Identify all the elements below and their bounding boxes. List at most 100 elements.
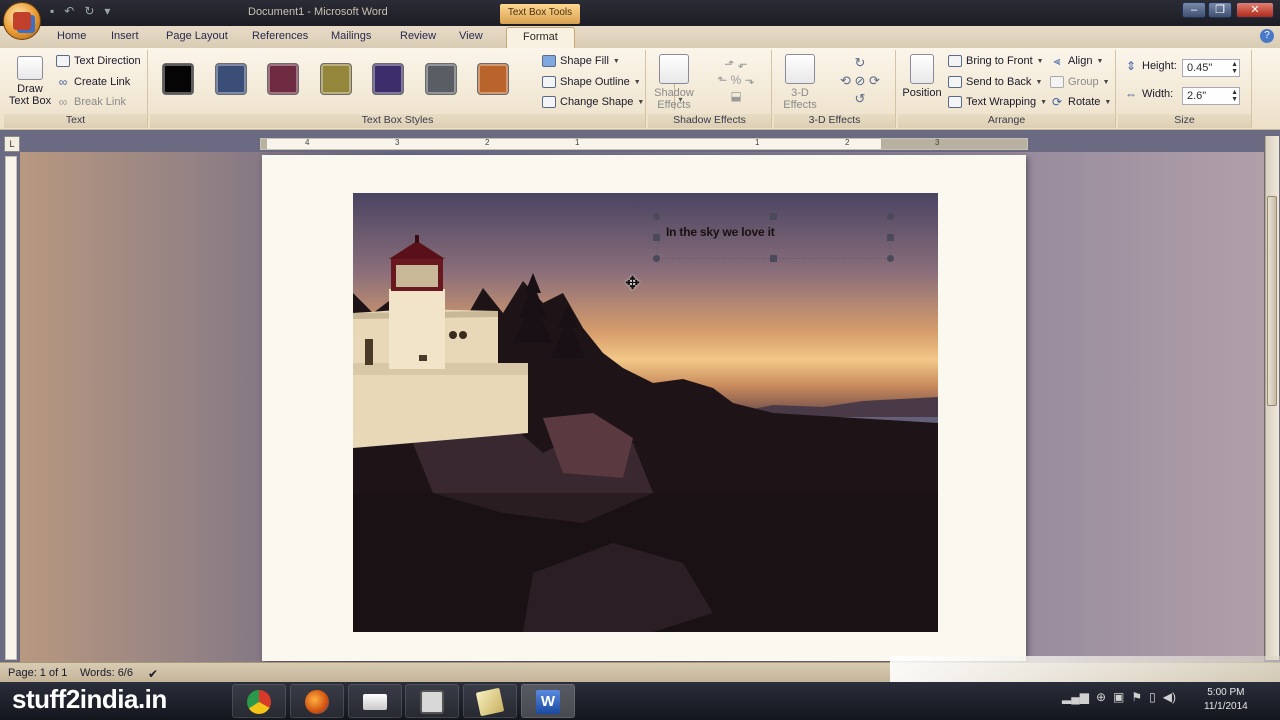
create-link-label: Create Link [74, 76, 131, 88]
tab-page-layout[interactable]: Page Layout [166, 30, 228, 42]
resize-handle-bottom-left[interactable] [653, 255, 660, 262]
tab-review[interactable]: Review [400, 30, 436, 42]
horizontal-ruler[interactable]: 4 3 2 1 1 2 3 [260, 138, 1028, 150]
shape-outline-button[interactable]: Shape Outline ▼ [542, 76, 641, 88]
text-box-content[interactable]: In the sky we love it [666, 225, 775, 239]
word-count[interactable]: Words: 6/6 [80, 667, 133, 679]
taskbar-camera[interactable] [405, 684, 459, 718]
battery-icon[interactable]: ▯ [1149, 690, 1156, 704]
group-button[interactable]: Group ▼ [1050, 76, 1110, 88]
shadow-effects-button[interactable]: Shadow Effects [652, 54, 696, 111]
taskbar-notes[interactable] [463, 684, 517, 718]
break-link-button[interactable]: ∞ Break Link [56, 96, 126, 108]
firefox-icon [305, 690, 329, 714]
group-label: Group [1068, 76, 1099, 88]
rotate-button[interactable]: ⟳ Rotate ▼ [1050, 96, 1111, 108]
shapes-icon [542, 96, 556, 108]
spinner-icon[interactable]: ▲ ▼ [1231, 89, 1238, 103]
style-swatch[interactable] [319, 63, 352, 95]
office-button[interactable] [3, 2, 41, 40]
ruler-number: 3 [395, 138, 400, 147]
tab-view[interactable]: View [459, 30, 483, 42]
style-swatch[interactable] [267, 63, 299, 95]
style-swatch[interactable] [424, 63, 457, 95]
resize-handle-left[interactable] [653, 234, 660, 241]
signal-icon[interactable]: ▂▄▆ [1062, 690, 1089, 704]
resize-handle-top-right[interactable] [887, 213, 894, 220]
3d-tilt-icons[interactable]: ↻ ⟲ ⊘ ⟳ ↺ [830, 54, 890, 106]
quick-access-toolbar: ▪ ↶ ↻ ▾ [50, 4, 110, 18]
flag-icon[interactable]: ⚑ [1131, 690, 1142, 704]
tab-format[interactable]: Format [506, 27, 575, 48]
vertical-ruler[interactable] [5, 156, 17, 660]
text-direction-button[interactable]: Text Direction [56, 55, 141, 67]
title-bar: ▪ ↶ ↻ ▾ Document1 - Microsoft Word Text … [0, 0, 1280, 26]
style-swatch[interactable] [372, 63, 404, 95]
taskbar-chrome[interactable] [232, 684, 286, 718]
align-icon: ⫷ [1053, 54, 1061, 68]
create-link-button[interactable]: ∞ Create Link [56, 76, 131, 88]
tab-insert[interactable]: Insert [111, 30, 139, 42]
dropdown-arrow-icon: ▼ [633, 78, 641, 86]
window-title: Document1 - Microsoft Word [248, 6, 388, 18]
page-count[interactable]: Page: 1 of 1 [8, 667, 67, 679]
volume-icon[interactable]: ◀) [1163, 690, 1176, 704]
tab-selector[interactable]: L [4, 136, 20, 152]
height-input[interactable]: 0.45" ▲ ▼ [1182, 59, 1240, 77]
style-swatch[interactable] [214, 63, 247, 95]
change-shape-label: Change Shape [560, 96, 634, 108]
proofing-check-icon[interactable]: ✔ [148, 667, 158, 681]
size-group: ⇕ Height: 0.45" ▲▼ ⇔ Width: 2.6" ▲▼ ◲ Si… [1118, 50, 1252, 128]
tab-home[interactable]: Home [57, 30, 86, 42]
group-icon [1050, 76, 1064, 88]
3d-effects-group: 3-D Effects ↻ ⟲ ⊘ ⟳ ↺ 3-D Effects [774, 50, 896, 128]
resize-handle-bottom[interactable] [770, 255, 777, 262]
taskbar-word[interactable]: W [521, 684, 575, 718]
selected-text-box[interactable]: In the sky we love it [657, 217, 891, 259]
bring-to-front-button[interactable]: Bring to Front ▼ [948, 55, 1044, 67]
scrollbar-thumb[interactable] [1267, 196, 1277, 406]
dropdown-arrow-icon: ▼ [1036, 57, 1044, 65]
width-input[interactable]: 2.6" ▲ ▼ [1182, 87, 1240, 105]
resize-handle-bottom-right[interactable] [887, 255, 894, 262]
draw-text-box-button[interactable]: Draw Text Box [6, 56, 54, 107]
minimize-button[interactable]: – [1182, 2, 1206, 18]
redo-icon[interactable]: ↻ [84, 4, 94, 18]
close-button[interactable]: ✕ [1236, 2, 1274, 18]
tab-mailings[interactable]: Mailings [331, 30, 371, 42]
shape-fill-button[interactable]: Shape Fill ▼ [542, 55, 620, 67]
resize-handle-right[interactable] [887, 234, 894, 241]
tab-references[interactable]: References [252, 30, 308, 42]
help-icon[interactable]: ? [1260, 29, 1274, 43]
3d-effects-button[interactable]: 3-D Effects [778, 54, 822, 111]
taskbar-firefox[interactable] [290, 684, 344, 718]
shadow-icon [659, 54, 689, 84]
position-button[interactable]: Position [900, 54, 944, 99]
text-direction-icon [56, 55, 70, 67]
text-wrapping-icon [948, 96, 962, 108]
undo-icon[interactable]: ↶ [64, 4, 74, 18]
system-clock[interactable]: 5:00 PM 11/1/2014 [1204, 686, 1248, 714]
restore-button[interactable]: ❐ [1208, 2, 1232, 18]
monitor-icon[interactable]: ▣ [1113, 690, 1124, 704]
resize-handle-top[interactable] [770, 213, 777, 220]
style-swatch[interactable] [477, 63, 509, 95]
height-label-row: ⇕ Height: [1124, 60, 1177, 72]
change-shape-button[interactable]: Change Shape ▼ [542, 96, 644, 108]
shadow-nudge-icons[interactable]: ⬏ ⬐ ⬑ % ⬎ ⬓ [708, 56, 764, 104]
taskbar-explorer[interactable] [348, 684, 402, 718]
network-icon[interactable]: ⊕ [1096, 690, 1106, 704]
spinner-icon[interactable]: ▲ ▼ [1231, 61, 1238, 75]
send-to-back-button[interactable]: Send to Back ▼ [948, 76, 1042, 88]
resize-handle-top-left[interactable] [653, 213, 660, 220]
style-swatch[interactable] [162, 63, 194, 95]
align-button[interactable]: ⫷ Align ▼ [1050, 54, 1104, 68]
customize-qat-icon[interactable]: ▾ [104, 4, 110, 18]
save-icon[interactable]: ▪ [50, 4, 54, 18]
height-icon: ⇕ [1125, 59, 1137, 73]
rotate-label: Rotate [1068, 96, 1101, 108]
text-wrapping-button[interactable]: Text Wrapping ▼ [948, 96, 1047, 108]
text-group: Draw Text Box Text Direction ∞ Create Li… [4, 50, 148, 128]
arrange-label: Arrange [898, 114, 1115, 128]
arrange-group: Position Bring to Front ▼ Send to Back ▼… [898, 50, 1116, 128]
